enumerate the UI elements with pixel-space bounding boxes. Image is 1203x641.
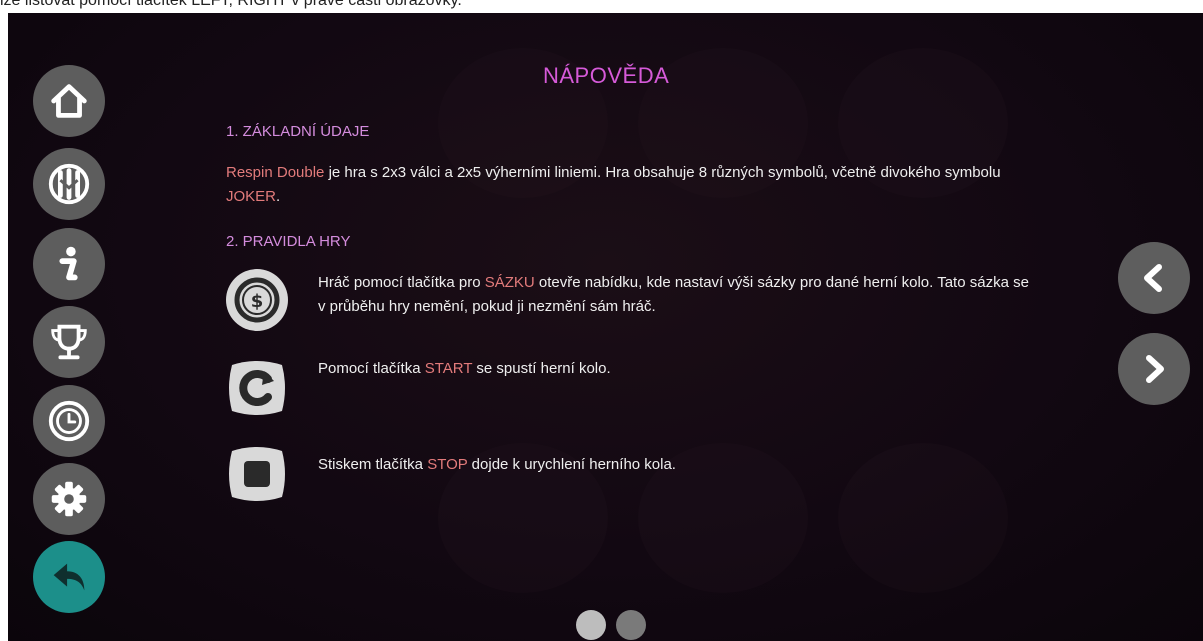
rule-stop-text: Stiskem tlačítka STOP dojde k urychlení … bbox=[318, 453, 1038, 477]
basic-info-paragraph: Respin Double je hra s 2x3 válci a 2x5 v… bbox=[226, 161, 1006, 209]
history-button[interactable] bbox=[33, 385, 105, 457]
bet-coin-icon: $ bbox=[226, 269, 288, 331]
info-icon bbox=[59, 246, 78, 281]
rule-stop-before: Stiskem tlačítka bbox=[318, 456, 428, 473]
previous-page-button[interactable] bbox=[1118, 242, 1190, 314]
settings-button[interactable] bbox=[33, 463, 105, 535]
next-page-button[interactable] bbox=[1118, 333, 1190, 405]
info-button[interactable] bbox=[33, 228, 105, 300]
trophy-button[interactable] bbox=[33, 306, 105, 378]
basic-info-text-end: . bbox=[276, 188, 281, 205]
section-heading-rules: 2. PRAVIDLA HRY bbox=[226, 233, 351, 250]
basic-info-text: je hra s 2x3 válci a 2x5 výherními linie… bbox=[324, 164, 1001, 181]
rule-stop-after: dojde k urychlení herního kola. bbox=[467, 456, 676, 473]
start-spin-icon bbox=[229, 361, 285, 415]
back-button[interactable] bbox=[33, 541, 105, 613]
rule-bet-text: Hráč pomocí tlačítka pro SÁZKU otevře na… bbox=[318, 271, 1038, 319]
rule-start-before: Pomocí tlačítka bbox=[318, 360, 425, 377]
back-arrow-icon bbox=[53, 563, 85, 591]
instruction-caption: lze listovat pomocí tlačítek LEFT, RIGHT… bbox=[0, 0, 462, 9]
home-icon bbox=[51, 84, 87, 118]
page-dot-1[interactable] bbox=[576, 610, 606, 640]
home-button[interactable] bbox=[33, 65, 105, 137]
chevron-right-icon bbox=[1146, 355, 1164, 383]
chevron-left-icon bbox=[1144, 264, 1162, 292]
bet-keyword: SÁZKU bbox=[484, 274, 535, 291]
history-clock-icon bbox=[48, 400, 90, 442]
rule-start-text: Pomocí tlačítka START se spustí herní ko… bbox=[318, 357, 1038, 381]
page-dot-2[interactable] bbox=[616, 610, 646, 640]
rule-bet-before: Hráč pomocí tlačítka pro bbox=[318, 274, 485, 291]
trophy-icon bbox=[51, 324, 87, 360]
start-keyword: START bbox=[424, 360, 473, 377]
settings-gear-icon bbox=[51, 481, 87, 517]
paytable-icon bbox=[48, 163, 90, 205]
section-heading-basic-info: 1. ZÁKLADNÍ ÚDAJE bbox=[226, 123, 370, 140]
joker-keyword: JOKER bbox=[226, 188, 277, 205]
stop-keyword: STOP bbox=[427, 456, 468, 473]
rule-start-after: se spustí herní kolo. bbox=[472, 360, 611, 377]
game-name: Respin Double bbox=[226, 164, 325, 181]
page-title: NÁPOVĚDA bbox=[543, 63, 670, 88]
stop-square-icon bbox=[229, 447, 285, 501]
paytable-button[interactable] bbox=[33, 148, 105, 220]
svg-text:$: $ bbox=[251, 291, 264, 312]
help-screen: NÁPOVĚDA 1. ZÁKLADNÍ ÚDAJE Respin Double… bbox=[8, 13, 1203, 641]
